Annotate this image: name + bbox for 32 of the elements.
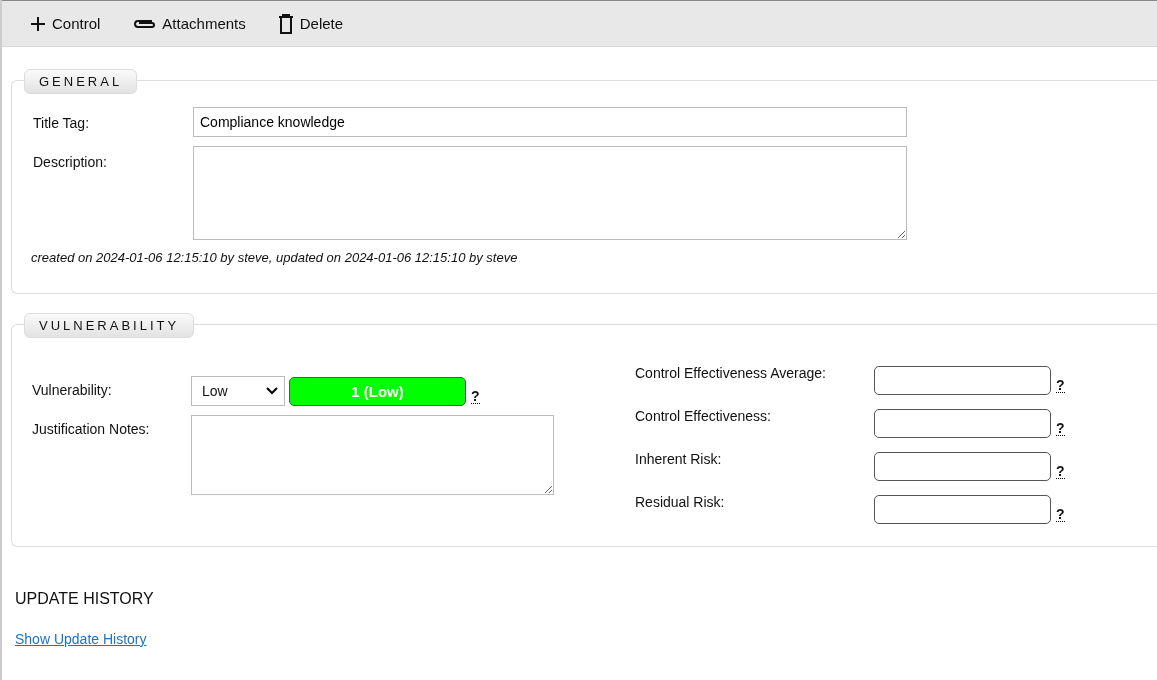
field-label: Vulnerability: [32, 381, 113, 398]
field-label: Control Effectiveness: [635, 408, 772, 424]
field-label: Title Tag: [33, 114, 91, 133]
title-input[interactable]: Compliance knowledge [193, 107, 907, 137]
field-label: Description: [33, 153, 108, 172]
section-legend: VULNERABILITY [24, 313, 195, 338]
toolbar-button[interactable]: Attachments [132, 15, 246, 32]
score-badge: 1 (Low) [289, 376, 466, 406]
audit-text: created on 2024-01-06 12:15:10 by steve, updated on 2024-01-06 12:15:10 by steve [31, 250, 519, 265]
field-label: Justification Notes: [32, 420, 151, 437]
trash-icon [277, 13, 294, 34]
paperclip-icon [132, 17, 157, 30]
show-history-link[interactable]: Show Update History [15, 631, 147, 647]
help-link[interactable]: ? [1056, 420, 1065, 436]
field-label: Inherent Risk: [635, 451, 723, 467]
field-label: Residual Risk: [635, 494, 726, 510]
toolbar-button[interactable]: Control [30, 15, 101, 32]
vulnerability-select[interactable]: Low [191, 376, 285, 406]
plus-icon [30, 15, 46, 32]
section-legend: GENERAL [24, 69, 138, 94]
help-link[interactable]: ? [1056, 506, 1065, 522]
metric-input[interactable] [874, 408, 1051, 438]
section-heading: UPDATE HISTORY [15, 590, 155, 608]
metric-input[interactable] [874, 494, 1051, 524]
help-link[interactable]: ? [471, 388, 480, 404]
metric-input[interactable] [874, 365, 1051, 395]
chevron-down-icon [266, 387, 278, 395]
toolbar-button[interactable]: Delete [277, 13, 344, 34]
field-label: Control Effectiveness Average: [635, 365, 827, 381]
metric-input[interactable] [874, 451, 1051, 481]
help-link[interactable]: ? [1056, 377, 1065, 393]
help-link[interactable]: ? [1056, 463, 1065, 479]
